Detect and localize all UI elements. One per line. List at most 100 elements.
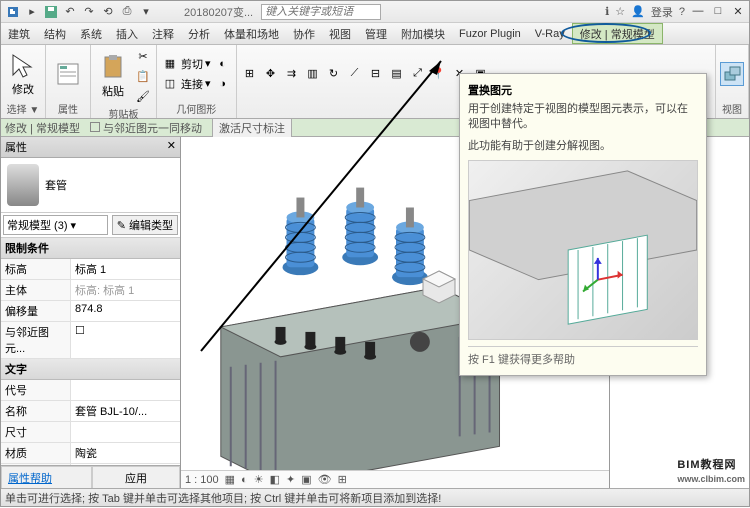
ribbon-group-properties: 属性 xyxy=(46,45,91,118)
scale-dropdown[interactable]: 1 : 100 xyxy=(185,474,219,486)
save-icon[interactable] xyxy=(43,4,59,20)
properties-footer: 属性帮助 应用 xyxy=(1,465,180,490)
tooltip-preview xyxy=(468,160,698,340)
undo-icon[interactable]: ↶ xyxy=(62,4,78,20)
apply-button[interactable]: 应用 xyxy=(92,466,180,490)
panel-close-icon[interactable]: ✕ xyxy=(167,139,176,155)
pin-icon[interactable]: 📍 xyxy=(430,65,448,83)
user-icon[interactable]: 👤 xyxy=(631,5,645,18)
properties-button[interactable] xyxy=(50,60,86,88)
crop-icon[interactable]: ▣ xyxy=(301,473,311,486)
split-icon[interactable]: ⊟ xyxy=(367,65,385,83)
match-icon[interactable]: 🖌 xyxy=(134,87,152,105)
tab-fuzor[interactable]: Fuzor Plugin xyxy=(452,23,528,44)
context-label: 修改 | 常规模型 xyxy=(5,120,80,136)
sun-icon[interactable]: ☀ xyxy=(254,473,264,486)
help-icon[interactable]: ? xyxy=(679,6,685,18)
qat-dropdown-icon[interactable]: ▾ xyxy=(138,4,154,20)
tab-modify[interactable]: 修改 | 常规模型 xyxy=(572,23,663,44)
status-text: 单击可进行选择; 按 Tab 键并单击可选择其他项目; 按 Ctrl 键并单击可… xyxy=(5,490,441,506)
info-icon[interactable]: ℹ xyxy=(605,5,609,18)
property-row[interactable]: 尺寸 xyxy=(1,422,180,443)
search-input[interactable] xyxy=(261,4,381,20)
modify-button[interactable]: 修改 xyxy=(5,51,41,97)
offset-icon[interactable]: ⇉ xyxy=(283,65,301,83)
array-icon[interactable]: ▤ xyxy=(388,65,406,83)
rotate-icon[interactable]: ↻ xyxy=(325,65,343,83)
property-row[interactable]: 主体标高: 标高 1 xyxy=(1,280,180,301)
tab-addins[interactable]: 附加模块 xyxy=(394,23,452,44)
align-icon[interactable]: ⊞ xyxy=(241,65,259,83)
category-text[interactable]: 文字 xyxy=(1,359,180,380)
minimize-button[interactable]: — xyxy=(691,5,705,19)
open-icon[interactable]: ▸ xyxy=(24,4,40,20)
copy-icon[interactable]: 📋 xyxy=(134,67,152,85)
print-icon[interactable]: ⎙ xyxy=(119,4,135,20)
view-control-bar: 1 : 100 ▦ ◐ ☀ ◧ ✦ ▣ 👁 ⊞ xyxy=(181,470,609,488)
ribbon-group-clipboard: 粘贴 ✂ 📋 🖌 剪贴板 xyxy=(91,45,157,118)
type-selector[interactable]: 套管 xyxy=(1,158,180,213)
tab-massing[interactable]: 体量和场地 xyxy=(217,23,286,44)
tooltip-footer: 按 F1 键获得更多帮助 xyxy=(468,346,698,367)
property-row[interactable]: 标高标高 1 xyxy=(1,259,180,280)
edit-type-button[interactable]: ✎ 编辑类型 xyxy=(112,215,178,235)
tooltip-title: 置换图元 xyxy=(468,82,698,98)
category-constraints[interactable]: 限制条件 xyxy=(1,238,180,259)
properties-help-link[interactable]: 属性帮助 xyxy=(1,466,92,490)
mirror-icon[interactable]: ▥ xyxy=(304,65,322,83)
move-icon[interactable]: ✥ xyxy=(262,65,280,83)
join-icon[interactable]: ◫ xyxy=(161,75,179,93)
properties-panel: 属性✕ 套管 常规模型 (3) ▾ ✎ 编辑类型 限制条件 标高标高 1主体标高… xyxy=(1,137,181,490)
properties-header: 属性✕ xyxy=(1,137,180,158)
hide-icon[interactable]: 👁 xyxy=(318,473,332,486)
sync-icon[interactable]: ⟲ xyxy=(100,4,116,20)
move-with-nearby-checkbox[interactable]: 与邻近图元一同移动 xyxy=(90,120,202,136)
tab-collab[interactable]: 协作 xyxy=(286,23,322,44)
scale-icon[interactable]: ⤢ xyxy=(409,65,427,83)
property-row[interactable]: 代号 xyxy=(1,380,180,401)
close-button[interactable]: ✕ xyxy=(731,5,745,19)
tab-view[interactable]: 视图 xyxy=(322,23,358,44)
cope-icon[interactable]: ▦ xyxy=(161,55,179,73)
properties-grid: 限制条件 标高标高 1主体标高: 标高 1偏移量874.8与邻近图元...☐ 文… xyxy=(1,238,180,465)
tab-systems[interactable]: 系统 xyxy=(73,23,109,44)
login-link[interactable]: 登录 xyxy=(651,4,673,20)
tooltip-desc1: 用于创建特定于视图的模型图元表示，可以在视图中替代。 xyxy=(468,102,698,133)
titlebar: ▸ ↶ ↷ ⟲ ⎙ ▾ 20180207变... ℹ ☆ 👤 登录 ? — □ … xyxy=(1,1,749,23)
star-icon[interactable]: ☆ xyxy=(615,5,625,18)
property-row[interactable]: 与邻近图元...☐ xyxy=(1,322,180,359)
tab-insert[interactable]: 插入 xyxy=(109,23,145,44)
displace-elements-button[interactable] xyxy=(720,62,744,86)
redo-icon[interactable]: ↷ xyxy=(81,4,97,20)
property-row[interactable]: 名称套管 BJL-10/... xyxy=(1,401,180,422)
viewcube[interactable] xyxy=(419,267,459,307)
tab-architecture[interactable]: 建筑 xyxy=(1,23,37,44)
type-preview-icon xyxy=(7,164,39,206)
tooltip-desc2: 此功能有助于创建分解视图。 xyxy=(468,139,698,154)
ribbon-group-geometry: ▦剪切▾ ◫连接▾ ◐ ◑ 几何图形 xyxy=(157,45,237,118)
trim-icon[interactable]: ⟋ xyxy=(346,65,364,83)
tab-vray[interactable]: V-Ray xyxy=(528,23,572,44)
reveal-icon[interactable]: ⊞ xyxy=(338,473,347,486)
detail-icon[interactable]: ▦ xyxy=(225,473,235,486)
paste-button[interactable]: 粘贴 xyxy=(95,53,131,99)
geo1-icon[interactable]: ◐ xyxy=(214,55,232,73)
tab-annotate[interactable]: 注释 xyxy=(145,23,181,44)
geo2-icon[interactable]: ◑ xyxy=(214,75,232,93)
tab-structure[interactable]: 结构 xyxy=(37,23,73,44)
property-row[interactable]: 偏移量874.8 xyxy=(1,301,180,322)
tab-analyze[interactable]: 分析 xyxy=(181,23,217,44)
maximize-button[interactable]: □ xyxy=(711,5,725,19)
property-row[interactable]: 材质陶瓷 xyxy=(1,443,180,464)
shadow-icon[interactable]: ◧ xyxy=(270,473,280,486)
render-icon[interactable]: ✦ xyxy=(286,473,295,486)
visual-style-icon[interactable]: ◐ xyxy=(241,474,248,486)
selection-dropdown[interactable]: 常规模型 (3) ▾ xyxy=(3,215,108,235)
ribbon-group-view: 视图 xyxy=(716,45,749,118)
app-icon[interactable] xyxy=(5,4,21,20)
activate-dims-button[interactable]: 激活尺寸标注 xyxy=(212,118,292,138)
cut-icon[interactable]: ✂ xyxy=(134,47,152,65)
ribbon-tabs: 建筑 结构 系统 插入 注释 分析 体量和场地 协作 视图 管理 附加模块 Fu… xyxy=(1,23,749,45)
tab-manage[interactable]: 管理 xyxy=(358,23,394,44)
statusbar: 单击可进行选择; 按 Tab 键并单击可选择其他项目; 按 Ctrl 键并单击可… xyxy=(1,488,749,506)
